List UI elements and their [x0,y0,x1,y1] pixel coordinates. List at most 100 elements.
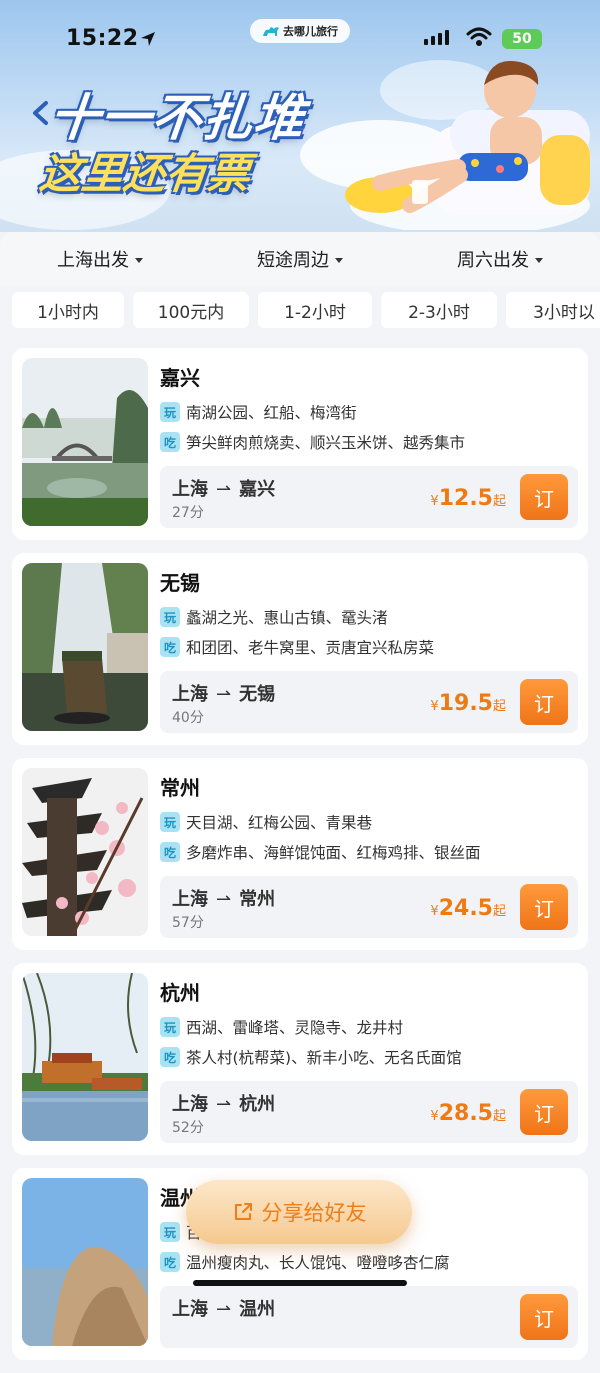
filter-bar: 上海出发 短途周边 周六出发 [0,232,600,286]
play-tag: 玩 [160,1017,180,1037]
travel-duration: 27分 [172,505,204,521]
food-text: 多磨炸串、海鲜馄饨面、红梅鸡排、银丝面 [186,844,481,862]
camel-logo-icon [263,27,279,36]
route: 上海 ⇀ 嘉兴 [172,475,275,501]
play-tag: 玩 [160,812,180,832]
wifi-icon [466,27,492,46]
currency-symbol: ¥ [430,494,439,509]
eat-tag: 吃 [160,842,180,862]
filter-label: 短途周边 [257,250,329,271]
route-box: 上海 ⇀ 嘉兴 27分 ¥12.5起 订 [160,466,578,528]
attractions-text: 南湖公园、红船、梅湾街 [186,404,357,422]
book-button[interactable]: 订 [520,1089,568,1135]
status-time: 15:22 [66,26,139,51]
price-suffix: 起 [492,1109,506,1124]
book-button[interactable]: 订 [520,1294,568,1340]
attractions-text: 蠡湖之光、惠山古镇、鼋头渚 [186,609,388,627]
play-tag: 玩 [160,1222,180,1242]
chip-over-3h[interactable]: 3小时以 [506,292,600,328]
caret-down-icon [135,257,143,263]
destination-card[interactable]: 杭州 玩 西湖、雷峰塔、灵隐寺、龙井村 吃 茶人村(杭帮菜)、新丰小吃、无名氏面… [12,963,588,1155]
share-icon [234,1203,252,1220]
price-suffix: 起 [492,699,506,714]
city-name: 嘉兴 [160,366,200,390]
route: 上海 ⇀ 温州 [172,1295,275,1321]
eat-tag: 吃 [160,432,180,452]
book-button[interactable]: 订 [520,679,568,725]
city-name: 无锡 [160,571,200,595]
price: ¥12.5起 [430,486,506,511]
price: ¥19.5起 [430,691,506,716]
route: 上海 ⇀ 杭州 [172,1090,275,1116]
filter-trip-type[interactable]: 短途周边 [200,232,400,286]
filter-label: 上海出发 [57,250,129,271]
route-to: 嘉兴 [239,479,276,500]
app-logo: 去哪儿旅行 [250,19,350,43]
price-suffix: 起 [492,904,506,919]
home-indicator[interactable] [193,1280,407,1286]
route: 上海 ⇀ 常州 [172,885,275,911]
attractions-line: 玩 南湖公园、红船、梅湾街 [160,401,357,423]
route-arrow-icon: ⇀ [216,1094,232,1115]
battery-level: 50 [512,31,532,47]
route-arrow-icon: ⇀ [216,684,232,705]
food-text: 笋尖鲜肉煎烧卖、顺兴玉米饼、越秀集市 [186,434,466,452]
destination-card[interactable]: 常州 玩 天目湖、红梅公园、青果巷 吃 多磨炸串、海鲜馄饨面、红梅鸡排、银丝面 … [12,758,588,950]
cellular-signal-icon [424,30,449,45]
quick-filter-chips: 1小时内 100元内 1-2小时 2-3小时 3小时以 [12,292,600,330]
food-text: 和团团、老牛窝里、贡唐宜兴私房菜 [186,639,435,657]
food-line: 吃 温州瘦肉丸、长人馄饨、噔噔哆杏仁腐 [160,1251,450,1273]
food-text: 茶人村(杭帮菜)、新丰小吃、无名氏面馆 [186,1049,462,1067]
food-line: 吃 笋尖鲜肉煎烧卖、顺兴玉米饼、越秀集市 [160,431,465,453]
destination-card[interactable]: 无锡 玩 蠡湖之光、惠山古镇、鼋头渚 吃 和团团、老牛窝里、贡唐宜兴私房菜 上海… [12,553,588,745]
price: ¥24.5起 [430,896,506,921]
app-logo-text: 去哪儿旅行 [283,25,338,38]
book-button[interactable]: 订 [520,884,568,930]
route-to: 无锡 [239,684,276,705]
currency-symbol: ¥ [430,1109,439,1124]
location-arrow-icon [141,32,155,46]
share-to-friends-button[interactable]: 分享给好友 [186,1180,412,1244]
eat-tag: 吃 [160,1252,180,1272]
food-text: 温州瘦肉丸、长人馄饨、噔噔哆杏仁腐 [186,1254,450,1272]
price-value: 12.5 [438,486,493,511]
destination-card[interactable]: 嘉兴 玩 南湖公园、红船、梅湾街 吃 笋尖鲜肉煎烧卖、顺兴玉米饼、越秀集市 上海… [12,348,588,540]
chip-1-2h[interactable]: 1-2小时 [258,292,372,328]
price-suffix: 起 [492,494,506,509]
route-from: 上海 [172,479,208,500]
hero-banner: 15:22 去哪儿旅行 50 十一不扎堆 这里还有票 [0,0,600,232]
price-value: 19.5 [438,691,493,716]
travel-duration: 57分 [172,915,204,931]
filter-label: 周六出发 [457,250,529,271]
route-box: 上海 ⇀ 无锡 40分 ¥19.5起 订 [160,671,578,733]
route: 上海 ⇀ 无锡 [172,680,275,706]
chip-2-3h[interactable]: 2-3小时 [381,292,497,328]
food-line: 吃 多磨炸串、海鲜馄饨面、红梅鸡排、银丝面 [160,841,481,863]
chip-under-100[interactable]: 100元内 [133,292,249,328]
route-arrow-icon: ⇀ [216,889,232,910]
route-from: 上海 [172,684,208,705]
mascot-illustration [345,60,590,230]
route-box: 上海 ⇀ 温州 订 [160,1286,578,1348]
book-button[interactable]: 订 [520,474,568,520]
route-from: 上海 [172,1094,208,1115]
caret-down-icon [335,257,343,263]
filter-departure-city[interactable]: 上海出发 [0,232,200,286]
route-from: 上海 [172,889,208,910]
currency-symbol: ¥ [430,699,439,714]
caret-down-icon [535,257,543,263]
route-from: 上海 [172,1299,208,1320]
filter-departure-day[interactable]: 周六出发 [400,232,600,286]
price: ¥28.5起 [430,1101,506,1126]
destination-photo [22,973,148,1141]
destination-photo [22,563,148,731]
city-name: 常州 [160,776,200,800]
play-tag: 玩 [160,402,180,422]
destination-photo [22,358,148,526]
chip-within-1h[interactable]: 1小时内 [12,292,124,328]
route-box: 上海 ⇀ 常州 57分 ¥24.5起 订 [160,876,578,938]
food-line: 吃 和团团、老牛窝里、贡唐宜兴私房菜 [160,636,434,658]
price-value: 24.5 [438,896,493,921]
eat-tag: 吃 [160,637,180,657]
attractions-text: 天目湖、红梅公园、青果巷 [186,814,373,832]
